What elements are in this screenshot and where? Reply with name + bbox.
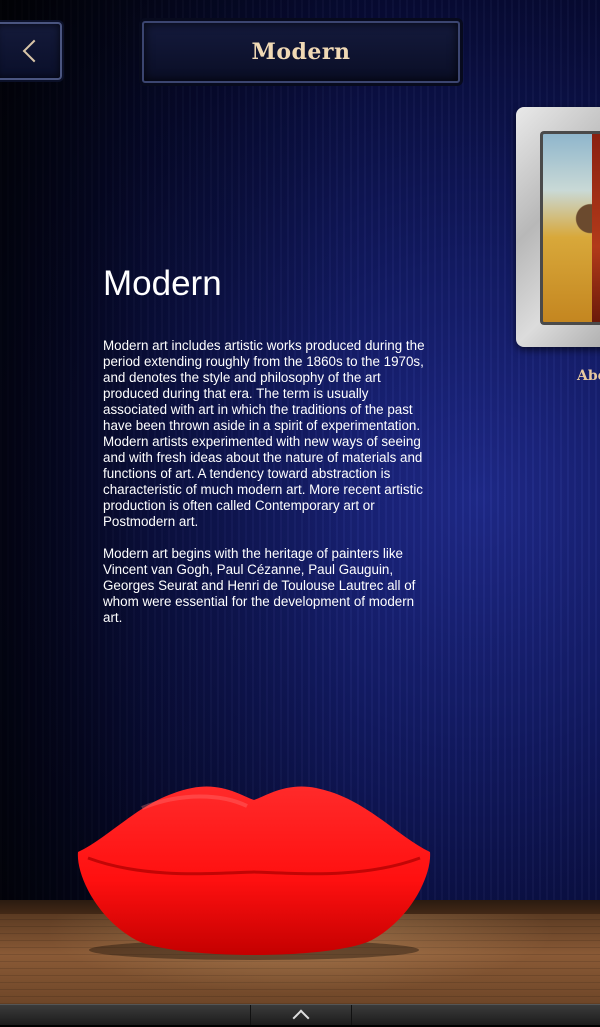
article-heading: Modern (103, 264, 222, 303)
article-paragraph: Modern art begins with the heritage of p… (103, 546, 416, 625)
next-painting-frame[interactable] (516, 107, 600, 347)
bottom-drawer-bar (0, 1004, 600, 1027)
next-painting-label[interactable]: Abe (577, 368, 600, 384)
drawer-toggle-button[interactable] (250, 1005, 352, 1027)
back-button[interactable] (0, 22, 62, 80)
chevron-left-icon (22, 39, 46, 63)
painting-thumbnail (540, 131, 600, 325)
page-title: Modern (142, 21, 460, 83)
article-body: Modern art includes artistic works produ… (103, 338, 433, 642)
article-paragraph: Modern art includes artistic works produ… (103, 338, 425, 529)
lips-sofa (77, 786, 431, 960)
